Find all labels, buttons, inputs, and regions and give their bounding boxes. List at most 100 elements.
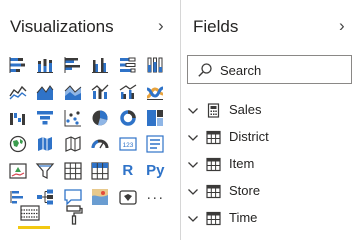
- waterfall-chart-icon: [9, 112, 25, 125]
- pie-chart-icon: [92, 110, 108, 126]
- table-icon: [206, 157, 221, 172]
- r-visual-icon: R: [122, 162, 134, 180]
- expand-chevron-icon: [188, 216, 198, 222]
- collapse-fields-chevron-icon[interactable]: ›: [339, 16, 345, 36]
- search-icon: [198, 63, 212, 77]
- pane-tabs: [14, 200, 114, 230]
- visualization-gallery: 123 R Py ···: [4, 52, 169, 210]
- field-table-label: Store: [229, 183, 261, 198]
- table-icon: [206, 130, 221, 145]
- field-table-district[interactable]: District: [181, 126, 356, 150]
- visualizations-pane: Visualizations › 123 R Py ···: [0, 0, 180, 240]
- table-icon: [64, 162, 82, 180]
- active-tab-indicator: [18, 226, 50, 229]
- svg-text:123: 123: [122, 142, 133, 149]
- viz-tile-table[interactable]: [59, 158, 87, 184]
- viz-tile-ribbon-chart[interactable]: [142, 78, 170, 104]
- field-table-label: Sales: [229, 102, 262, 117]
- viz-tile-power-apps[interactable]: [114, 184, 142, 210]
- treemap-icon: [147, 109, 164, 126]
- fields-pane: Fields › Sales District Item Store Time: [181, 0, 356, 240]
- viz-tile-scatter-chart[interactable]: [59, 105, 87, 131]
- power-apps-icon: [119, 190, 137, 205]
- viz-tile-map[interactable]: [4, 131, 32, 157]
- expand-chevron-icon: [188, 189, 198, 195]
- line-chart-icon: [9, 85, 27, 100]
- 100-stacked-column-chart-icon: [147, 57, 163, 73]
- donut-chart-icon: [120, 110, 136, 126]
- line-and-clustered-column-chart-icon: [119, 84, 137, 99]
- viz-tile-100-stacked-bar-chart[interactable]: [114, 52, 142, 78]
- viz-tile-line-and-stacked-column-chart[interactable]: [87, 78, 115, 104]
- filled-map-icon: [38, 137, 53, 152]
- expand-chevron-icon: [188, 162, 198, 168]
- viz-tile-card[interactable]: 123: [114, 131, 142, 157]
- map-icon: [9, 136, 26, 153]
- field-table-store[interactable]: Store: [181, 180, 356, 204]
- field-table-time[interactable]: Time: [181, 207, 356, 231]
- ribbon-chart-icon: [146, 86, 164, 100]
- search-box[interactable]: [187, 55, 352, 84]
- stacked-area-chart-icon: [64, 84, 82, 100]
- line-and-stacked-column-chart-icon: [91, 84, 109, 99]
- scatter-chart-icon: [64, 109, 81, 127]
- matrix-icon: [91, 162, 109, 180]
- viz-tile-treemap[interactable]: [142, 105, 170, 131]
- viz-tile-100-stacked-column-chart[interactable]: [142, 52, 170, 78]
- viz-tile-stacked-bar-chart[interactable]: [4, 52, 32, 78]
- table-icon: [206, 211, 221, 226]
- more-visuals-icon: ···: [146, 188, 165, 206]
- field-table-item[interactable]: Item: [181, 153, 356, 177]
- python-visual-icon: Py: [146, 162, 165, 180]
- expand-chevron-icon: [188, 108, 198, 114]
- calculator-icon: [207, 103, 220, 118]
- viz-tile-matrix[interactable]: [87, 158, 115, 184]
- viz-tile-clustered-bar-chart[interactable]: [59, 52, 87, 78]
- slicer-icon: [35, 163, 55, 179]
- 100-stacked-bar-chart-icon: [119, 57, 136, 73]
- multi-row-card-icon: [146, 135, 164, 153]
- viz-tile-kpi[interactable]: [4, 158, 32, 184]
- area-chart-icon: [36, 84, 54, 100]
- viz-tile-clustered-column-chart[interactable]: [87, 52, 115, 78]
- viz-tile-python-visual[interactable]: Py: [142, 158, 170, 184]
- format-tab-button[interactable]: [58, 200, 90, 230]
- table-icon: [206, 184, 221, 199]
- viz-tile-stacked-column-chart[interactable]: [32, 52, 60, 78]
- viz-tile-multi-row-card[interactable]: [142, 131, 170, 157]
- card-icon: 123: [119, 137, 137, 151]
- viz-tile-area-chart[interactable]: [32, 78, 60, 104]
- field-table-sales[interactable]: Sales: [181, 99, 356, 123]
- stacked-column-chart-icon: [37, 59, 54, 74]
- viz-tile-donut-chart[interactable]: [114, 105, 142, 131]
- viz-tile-shape-map[interactable]: [59, 131, 87, 157]
- expand-chevron-icon: [188, 135, 198, 141]
- field-table-label: Item: [229, 156, 255, 171]
- gauge-icon: [91, 139, 109, 149]
- field-table-label: Time: [229, 210, 258, 225]
- viz-tile-gauge[interactable]: [87, 131, 115, 157]
- fields-tab-icon: [20, 205, 40, 221]
- field-table-label: District: [229, 129, 269, 144]
- viz-tile-slicer[interactable]: [32, 158, 60, 184]
- viz-tile-stacked-area-chart[interactable]: [59, 78, 87, 104]
- collapse-visualizations-chevron-icon[interactable]: ›: [158, 16, 164, 36]
- viz-tile-more-visuals[interactable]: ···: [142, 184, 170, 210]
- viz-tile-pie-chart[interactable]: [87, 105, 115, 131]
- stacked-bar-chart-icon: [9, 57, 25, 74]
- search-input[interactable]: [220, 60, 345, 80]
- viz-tile-funnel-chart[interactable]: [32, 105, 60, 131]
- clustered-column-chart-icon: [92, 58, 109, 74]
- viz-tile-line-and-clustered-column-chart[interactable]: [114, 78, 142, 104]
- visualizations-title: Visualizations: [10, 17, 114, 36]
- viz-tile-waterfall-chart[interactable]: [4, 105, 32, 131]
- funnel-chart-icon: [37, 110, 54, 125]
- viz-tile-line-chart[interactable]: [4, 78, 32, 104]
- shape-map-icon: [65, 136, 81, 153]
- kpi-icon: [9, 163, 27, 179]
- fields-tab-button[interactable]: [14, 200, 50, 230]
- viz-tile-r-visual[interactable]: R: [114, 158, 142, 184]
- viz-tile-filled-map[interactable]: [32, 131, 60, 157]
- format-paint-roller-icon: [66, 205, 83, 225]
- clustered-bar-chart-icon: [64, 57, 80, 74]
